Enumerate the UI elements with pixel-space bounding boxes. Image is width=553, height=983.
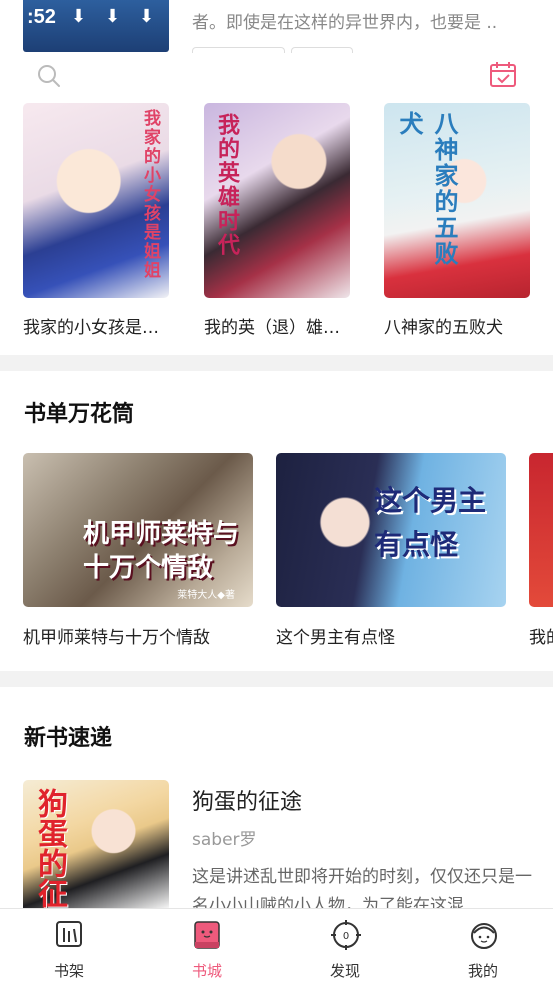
status-time: :52: [27, 6, 56, 28]
book-card[interactable]: 我家的小女孩是姐姐 我家的小女孩是…: [23, 103, 169, 338]
book-card[interactable]: 我的英雄时代 我的英（退）雄…: [204, 103, 350, 338]
booklist-card[interactable]: 这个男主有点怪 这个男主有点怪: [276, 453, 506, 648]
download-icon: ⬇: [105, 6, 121, 27]
bookshelf-icon: [56, 921, 82, 947]
bookstore-icon: [194, 921, 220, 949]
nav-profile[interactable]: 我的: [438, 909, 528, 983]
section-divider: [0, 355, 553, 371]
booklist-cover[interactable]: 机甲师莱特与十万个情敌 莱特大人◆著: [23, 453, 253, 607]
download-icon: ⬇: [71, 6, 87, 27]
booklist-cover[interactable]: 这个男主有点怪: [276, 453, 506, 607]
bottom-nav: 书架 书城 0 发现 我的: [0, 908, 553, 983]
nav-discover[interactable]: 0 发现: [300, 909, 390, 983]
tag-chip[interactable]: [192, 47, 285, 53]
top-book-description: 者。即使是在这样的异世界内，也要是 ..: [192, 13, 498, 33]
search-icon[interactable]: [36, 63, 62, 89]
cover-title-text: 我的英雄时代: [214, 113, 239, 257]
nav-label: 我的: [467, 962, 498, 980]
profile-icon: [471, 923, 497, 949]
nav-label: 书城: [191, 962, 222, 980]
nav-label: 发现: [329, 962, 360, 980]
booklist-title: 这个男主有点怪: [276, 628, 395, 648]
svg-text:0: 0: [343, 931, 349, 942]
book-cover[interactable]: 我的英雄时代: [204, 103, 350, 298]
book-title: 八神家的五败犬: [384, 318, 503, 338]
booklist-title: 机甲师莱特与十万个情敌: [23, 628, 210, 648]
newbook-description: 这是讲述乱世即将开始的时刻，仅仅还只是一名小小山贼的小人物，为了能在这混: [192, 867, 532, 908]
newbook-title[interactable]: 狗蛋的征途: [192, 784, 302, 816]
section-divider: [0, 671, 553, 687]
nav-bookshelf[interactable]: 书架: [24, 909, 114, 983]
download-icon: ⬇: [139, 6, 155, 27]
tag-chip[interactable]: [291, 47, 353, 53]
cover-author-text: 莱特大人◆著: [177, 590, 235, 601]
book-card[interactable]: 八神家的五败犬 八神家的五败犬: [384, 103, 530, 338]
cover-title-text: 这个男主有点怪: [374, 484, 487, 561]
section-title-booklist: 书单万花筒: [24, 402, 135, 427]
booklist-title: 我的: [529, 628, 553, 648]
section-title-newbook: 新书速递: [24, 726, 113, 751]
cover-title-text: 狗蛋的征: [32, 788, 67, 908]
book-title: 我家的小女孩是…: [23, 318, 159, 338]
discover-icon: 0: [331, 920, 361, 950]
calendar-checkin-icon[interactable]: [488, 59, 518, 89]
newbook-cover[interactable]: 狗蛋的征: [23, 780, 169, 908]
book-title: 我的英（退）雄…: [204, 318, 340, 338]
cover-title-text: 机甲师莱特与十万个情敌: [83, 519, 240, 583]
top-book-cover[interactable]: :52 ⬇ ⬇ ⬇: [23, 0, 169, 52]
cover-title-text: 我家的小女孩是姐姐: [140, 109, 160, 280]
newbook-author: saber罗: [192, 830, 257, 850]
booklist-cover[interactable]: [529, 453, 553, 607]
book-cover[interactable]: 我家的小女孩是姐姐: [23, 103, 169, 298]
nav-label: 书架: [53, 962, 84, 980]
book-cover[interactable]: 八神家的五败犬: [384, 103, 530, 298]
cover-title-text: 八神家的五败犬: [395, 111, 458, 267]
nav-bookstore[interactable]: 书城: [162, 909, 252, 983]
booklist-card[interactable]: 我的: [529, 453, 553, 648]
booklist-card[interactable]: 机甲师莱特与十万个情敌 莱特大人◆著 机甲师莱特与十万个情敌: [23, 453, 253, 648]
